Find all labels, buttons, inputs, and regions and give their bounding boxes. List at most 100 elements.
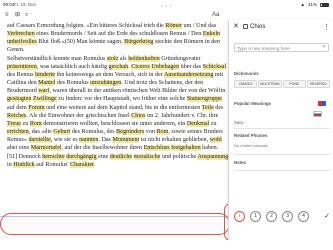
book-text-run: . Das	[98, 137, 113, 144]
highlighted-word[interactable]: deutliche	[109, 153, 133, 160]
highlighted-word[interactable]: Schicksal	[202, 63, 227, 70]
book-text-run: auf dem	[7, 104, 29, 111]
level-1-button[interactable]: 1	[250, 210, 261, 222]
library-icon[interactable]: ⊞	[15, 11, 20, 19]
highlighted-word[interactable]: hinderte	[35, 71, 56, 78]
highlighted-word[interactable]: Auseinandersetzung	[163, 71, 214, 78]
highlighted-word[interactable]: Marmortafel	[30, 145, 62, 152]
book-text-run: und eine weitere auf dem Kapitol stand, …	[44, 104, 202, 111]
dictionaries-label: Dictionaries	[234, 71, 259, 76]
book-text-run: zu	[21, 120, 30, 127]
highlighted-word[interactable]: Statuengruppe	[186, 96, 222, 103]
highlighted-word[interactable]: Geburt	[53, 129, 71, 136]
highlighted-word[interactable]: geschah	[108, 63, 129, 70]
multitask-dots[interactable]: • • •	[161, 3, 172, 8]
highlighted-word[interactable]: unheilvolles	[7, 39, 37, 46]
highlighted-word[interactable]: Entschluss	[143, 145, 170, 152]
highlighted-word[interactable]: warf	[38, 88, 50, 95]
book-text-run: Gründungsvater	[159, 55, 201, 62]
highlighted-word[interactable]: Rom	[156, 129, 169, 136]
book-text: auf Caesars Ermordung folgten. »Ein bitt…	[7, 22, 229, 169]
book-text-run: von	[144, 129, 157, 136]
popular-meanings-label: Popular Meanings	[234, 101, 272, 106]
highlighted-word[interactable]: errichten	[7, 129, 29, 136]
book-text-run: ihn keineswegs an dem Versuch, sich in d…	[55, 71, 164, 78]
font-settings-icon[interactable]: Aa	[212, 11, 219, 19]
clear-input-icon[interactable]: ✕	[322, 44, 326, 50]
popular-meaning-item[interactable]: Хиос	[234, 111, 330, 125]
highlighted-word[interactable]: moralische	[133, 153, 161, 160]
highlighted-word[interactable]: Zwillinge	[32, 96, 57, 103]
tab-multitran[interactable]: MULTITRAN	[258, 80, 282, 88]
highlighted-word[interactable]: heldenhaften	[128, 55, 160, 62]
highlighted-word[interactable]: gesäugten	[7, 96, 32, 103]
highlighted-word[interactable]: präsentieren	[7, 63, 37, 70]
highlighted-word[interactable]: Römer	[165, 23, 182, 29]
highlighted-word[interactable]: Charakter	[70, 161, 94, 168]
highlighted-word[interactable]: festgehalten	[171, 145, 201, 152]
status-right: ▲ 41%	[301, 2, 329, 7]
highlighted-word[interactable]: Monument	[112, 137, 140, 144]
highlighted-word[interactable]: stolz	[106, 55, 119, 62]
highlighted-word[interactable]: umzuhängen	[90, 80, 122, 87]
tab-yandex[interactable]: YANDEX	[234, 80, 258, 88]
close-icon[interactable]: ✕	[233, 23, 239, 31]
highlighted-word[interactable]: Hinblick	[13, 161, 35, 168]
highlighted-word[interactable]: Unbehagen	[151, 63, 180, 70]
divider	[234, 170, 330, 171]
highlighted-word[interactable]: Verbrechen	[7, 31, 35, 38]
book-text-run: eines Brudermords / Seit auf die Erde de…	[34, 31, 203, 38]
book-paragraph: Selbstverständlich konnte man Romulus st…	[7, 55, 229, 169]
status-time: 09:04	[3, 2, 15, 7]
word-card-icon	[243, 24, 248, 29]
highlighted-word[interactable]: Rom	[29, 120, 42, 127]
check-icon[interactable]: ✓	[324, 212, 330, 220]
highlighted-word[interactable]: Begründers	[116, 129, 145, 136]
related-phrases-label: Related Phrases	[234, 133, 268, 138]
book-text-run: eine	[96, 153, 110, 160]
status-bar: 09:04 Fr. 19. Dez. • • • ▲ 41%	[0, 0, 333, 10]
highlighted-word[interactable]: Denkmal	[186, 120, 210, 127]
highlighted-word[interactable]: herrschte	[42, 153, 65, 160]
level-3-button[interactable]: 3	[282, 210, 293, 222]
menu-icon[interactable]: ≡	[5, 11, 9, 19]
selected-word: Chios	[250, 24, 266, 30]
level-4-button[interactable]: 4	[298, 210, 309, 222]
meaning-input[interactable]: Type a new meaning here	[234, 43, 329, 52]
search-icon[interactable]: ⌕	[25, 11, 28, 19]
app-window: 09:04 Fr. 19. Dez. • • • ▲ 41% ≡ ⊞ ⌕ Aa …	[0, 0, 333, 250]
book-text-run: um / Und das	[182, 23, 217, 29]
more-options-icon[interactable]: ⋮	[323, 23, 330, 31]
tab-pons[interactable]: PONS	[282, 80, 306, 88]
highlighted-word[interactable]: Reiches	[7, 112, 27, 119]
book-text-run: zu	[209, 120, 217, 127]
level-ignore-button[interactable]: i	[234, 210, 245, 222]
status-date: Fr. 19. Dez.	[14, 2, 38, 7]
highlighted-word[interactable]: Treue	[7, 120, 21, 127]
highlighted-word[interactable]: Chios	[131, 112, 146, 119]
book-text-run: des Romulus	[55, 80, 91, 87]
level-2-button[interactable]: 2	[266, 210, 277, 222]
book-text-run: Blut floß.«(50) Man könnte sagen,	[36, 39, 125, 46]
highlighted-word[interactable]: Mantel	[38, 80, 56, 87]
highlighted-word[interactable]: Bürgerkrieg	[124, 39, 154, 46]
highlighted-word[interactable]: Ciceros	[131, 63, 150, 70]
panel-header: ✕ Chios ⋮	[229, 20, 333, 34]
book-text-run: des Remus	[7, 71, 36, 78]
divider	[234, 154, 330, 155]
book-text-run: . Als die Einwohner der griechischen Ins…	[26, 112, 132, 119]
highlighted-word[interactable]: Forum	[28, 104, 45, 111]
book-text-run: im 2. Jahrhundert v. Chr. ihre	[145, 112, 219, 119]
language-flag-icon[interactable]	[318, 101, 326, 106]
highlighted-word[interactable]: durchgängig	[66, 153, 97, 160]
highlighted-word[interactable]: Enkeln	[202, 31, 221, 38]
highlighted-word[interactable]: Teile	[201, 104, 214, 111]
highlighted-word[interactable]: wohl	[209, 137, 222, 144]
battery-icon	[320, 2, 329, 7]
highlighted-word[interactable]: darstellte	[28, 137, 51, 144]
tab-reverso[interactable]: REVERSO	[306, 80, 330, 88]
highlighted-word[interactable]: nannten	[79, 137, 99, 144]
highlighted-word[interactable]: Anspannung	[197, 153, 229, 160]
annotation-oval	[0, 213, 230, 235]
book-text-run: zu finden: vor der Hauptstadt, wo früher…	[56, 96, 187, 103]
